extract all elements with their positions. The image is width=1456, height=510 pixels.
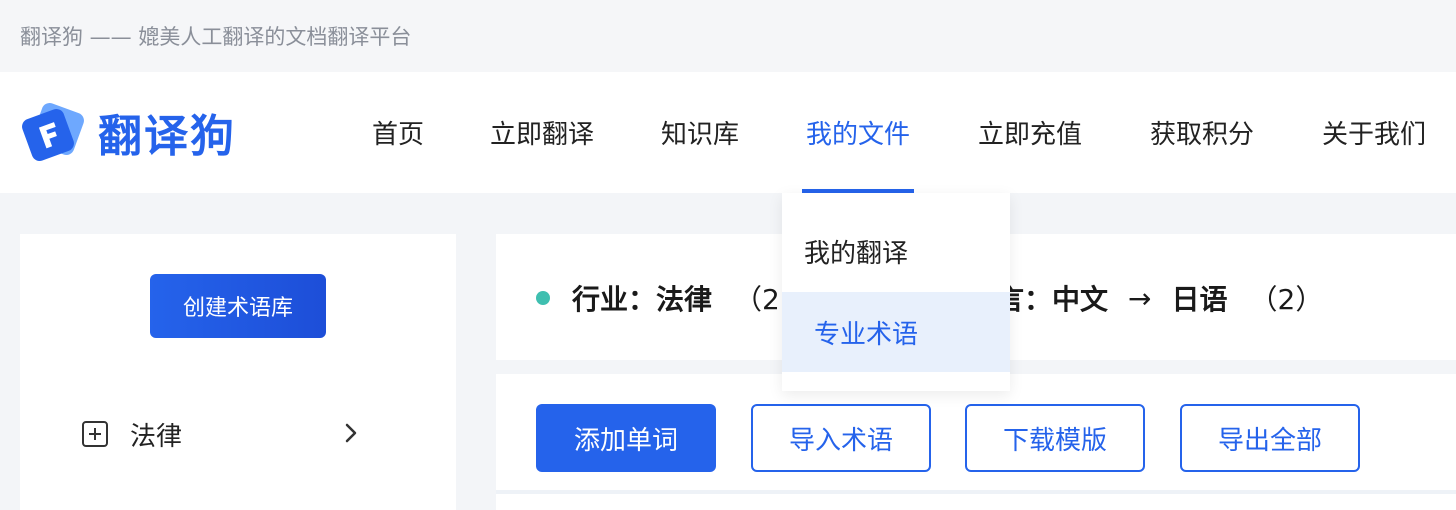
create-termbase-button[interactable]: 创建术语库 [150,274,326,338]
logo-text: 翻译狗 [98,111,236,162]
download-template-button[interactable]: 下载模版 [965,404,1145,472]
language-info: 言： 中文 → 日语 （2） [996,278,1323,318]
language-count: （2） [1249,283,1324,316]
window-title: 翻译狗 —— 媲美人工翻译的文档翻译平台 [20,25,412,49]
industry-label: 行业： [572,283,657,316]
import-terms-button[interactable]: 导入术语 [751,404,931,472]
nav-translate-now[interactable]: 立即翻译 [480,72,604,193]
nav-home[interactable]: 首页 [356,72,440,193]
industry-info: 行业： 法律 （2 [536,278,780,318]
logo[interactable]: 翻译狗 [20,97,236,167]
status-dot [536,291,550,305]
nav-knowledge-base[interactable]: 知识库 [652,72,748,193]
my-files-dropdown: 我的翻译 专业术语 [782,193,1010,391]
nav-about-us[interactable]: 关于我们 [1312,72,1436,193]
chevron-right-icon[interactable] [340,422,362,444]
dropdown-item-my-translations[interactable]: 我的翻译 [782,211,1010,291]
source-language: 中文 [1052,283,1109,316]
industry-value: 法律 [656,283,713,316]
actions-toolbar: 添加单词 导入术语 下载模版 导出全部 [496,374,1456,510]
sidebar: 创建术语库 法律 [20,234,456,510]
sidebar-item-label: 法律 [130,421,183,452]
add-word-button[interactable]: 添加单词 [536,404,716,472]
divider [496,490,1456,494]
arrow-right-icon: → [1128,281,1152,315]
nav-my-files[interactable]: 我的文件 [796,72,920,193]
export-all-button[interactable]: 导出全部 [1180,404,1360,472]
dropdown-item-terminology[interactable]: 专业术语 [782,292,1010,372]
window-title-bar: 翻译狗 —— 媲美人工翻译的文档翻译平台 [0,0,1456,72]
sidebar-item-law[interactable]: 法律 [82,412,362,456]
industry-count: （2 [734,283,780,316]
nav-recharge[interactable]: 立即充值 [968,72,1092,193]
plus-square-icon[interactable] [82,421,108,447]
nav-get-points[interactable]: 获取积分 [1140,72,1264,193]
logo-icon [20,97,90,167]
target-language: 日语 [1171,283,1228,316]
site-header: 翻译狗 首页 立即翻译 知识库 我的文件 立即充值 获取积分 关于我们 [0,72,1456,193]
